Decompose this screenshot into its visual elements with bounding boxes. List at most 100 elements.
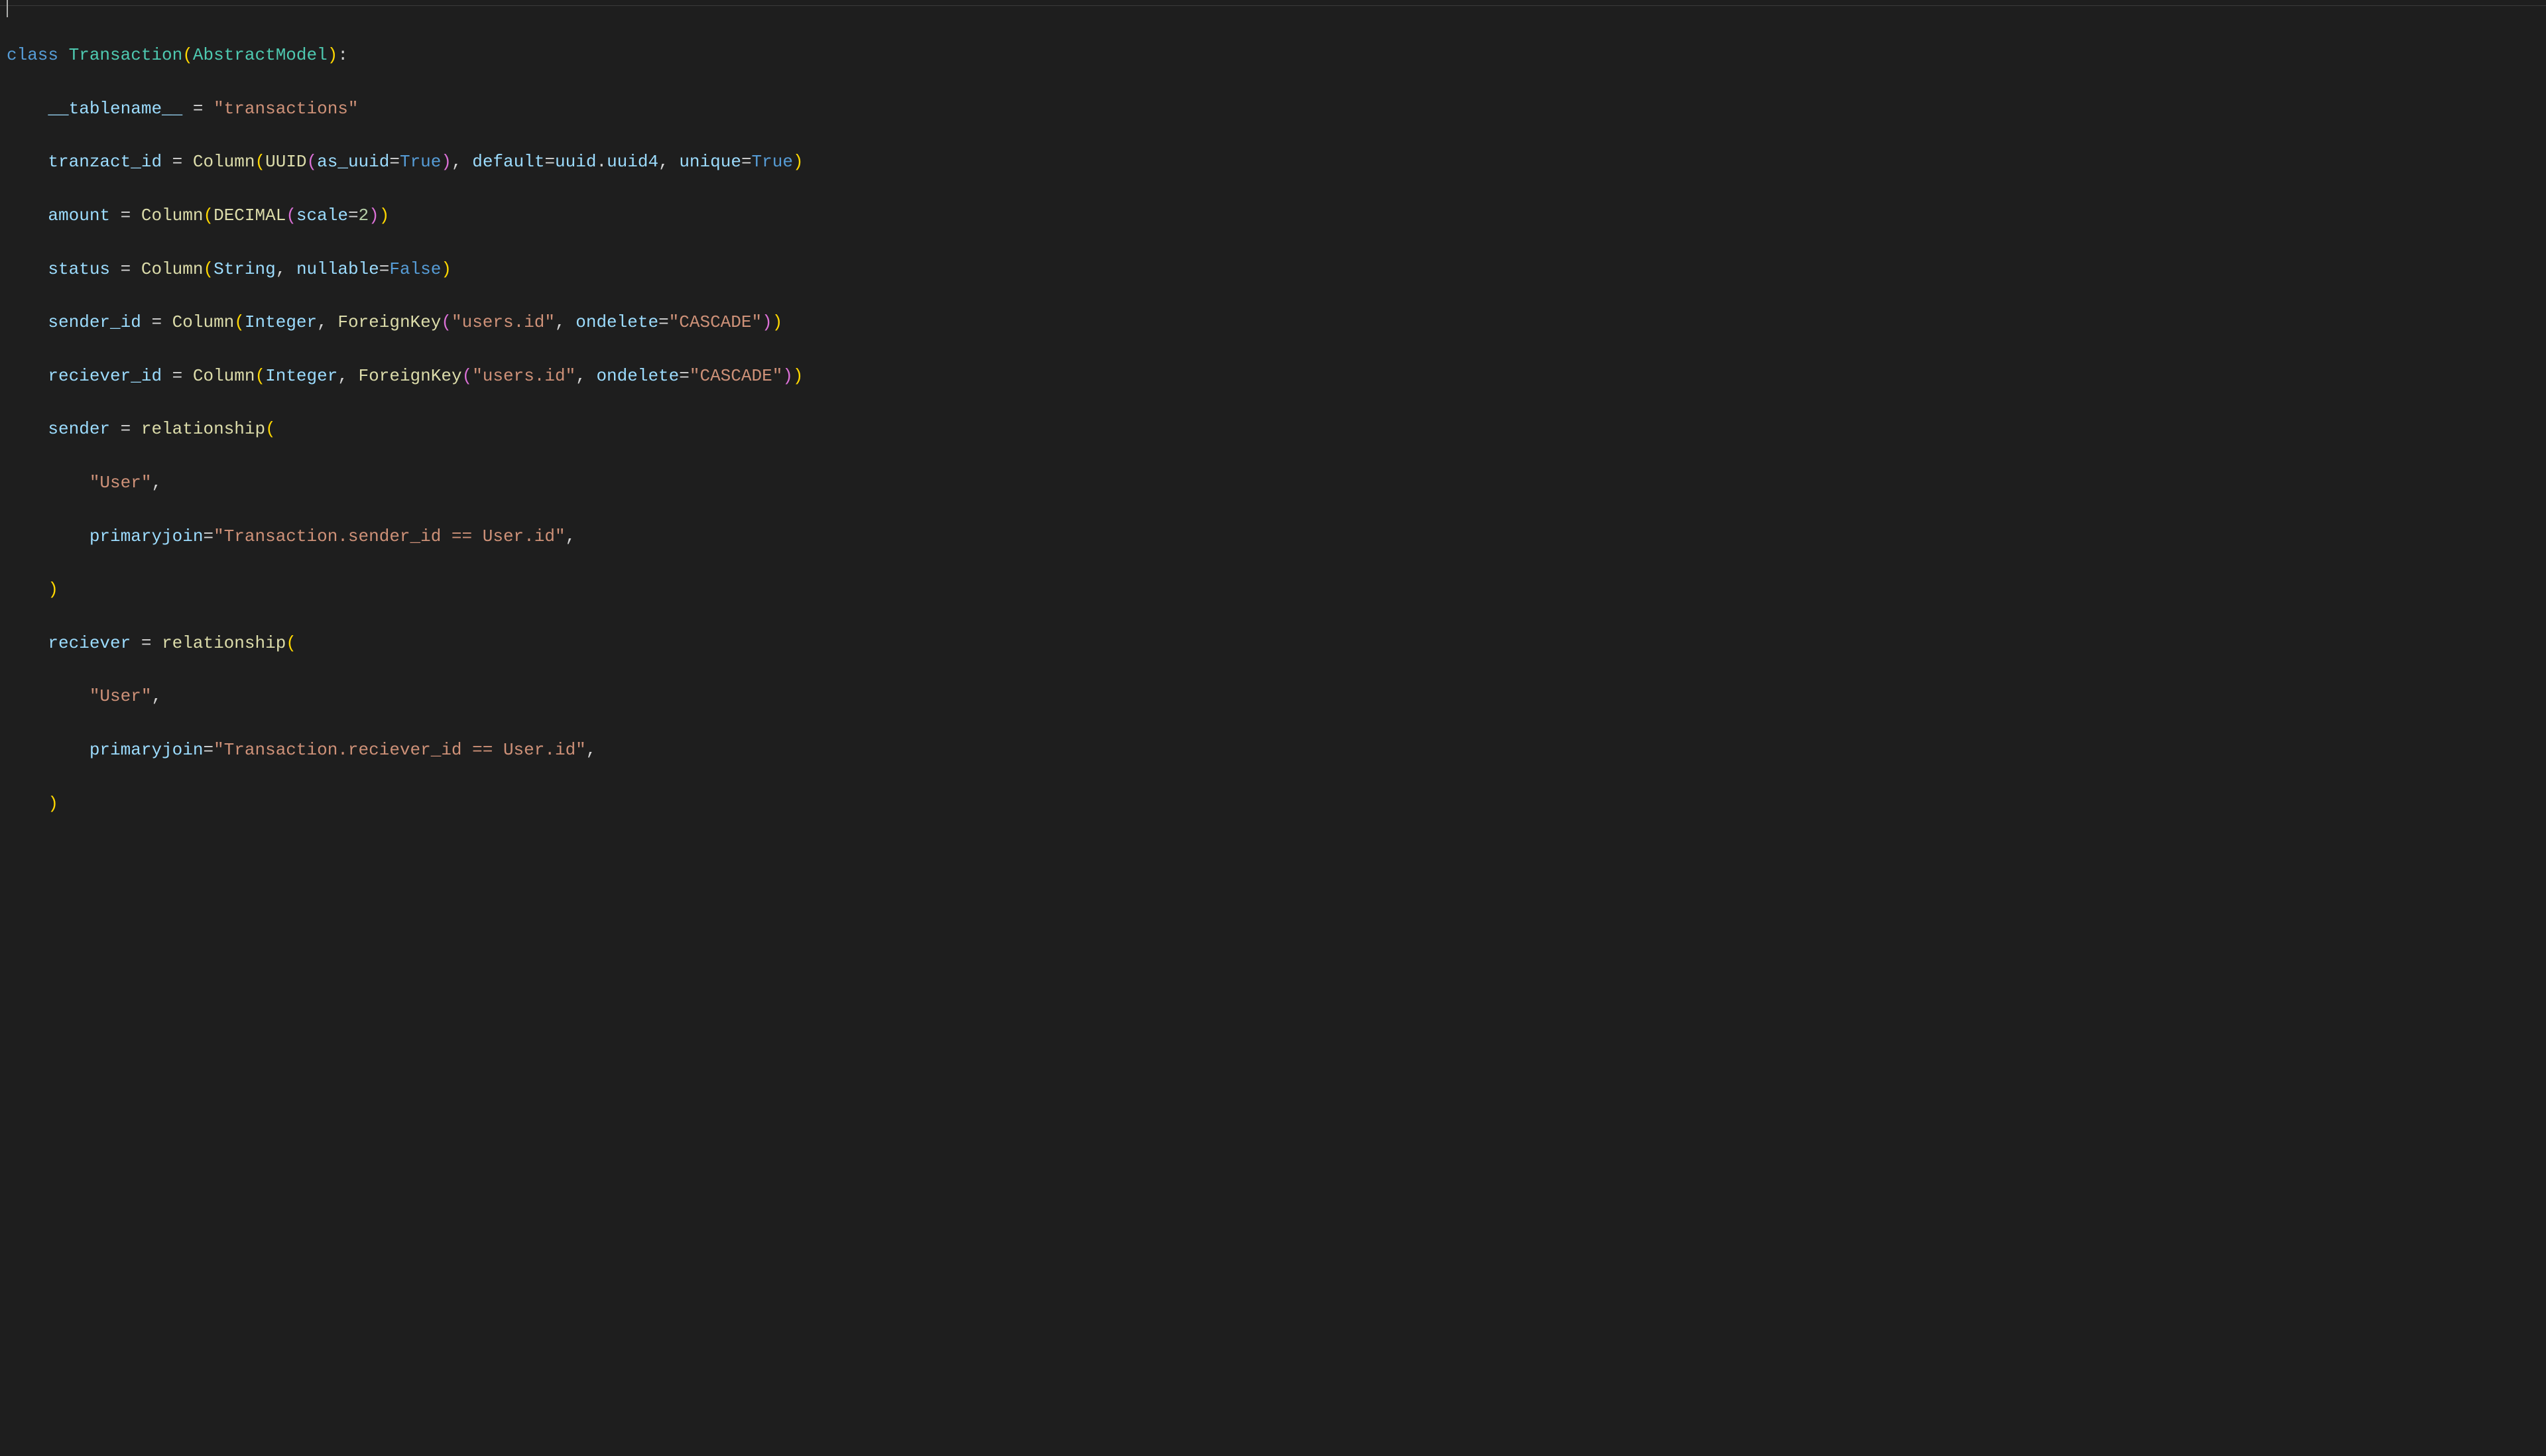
paren-close: )	[782, 366, 793, 386]
paren-open: (	[234, 312, 245, 332]
equals: =	[741, 152, 752, 172]
fn-column: Column	[193, 152, 255, 172]
code-line[interactable]: status = Column(String, nullable=False)	[7, 256, 2539, 282]
code-line[interactable]: amount = Column(DECIMAL(scale=2))	[7, 202, 2539, 229]
fn-uuid: UUID	[265, 152, 306, 172]
equals: =	[389, 152, 400, 172]
comma: ,	[151, 473, 162, 493]
paren-open: (	[286, 206, 296, 225]
var-sender: sender	[48, 419, 110, 439]
var-status: status	[48, 259, 110, 279]
equals: =	[162, 152, 193, 172]
equals: =	[141, 312, 172, 332]
code-line[interactable]: )	[7, 576, 2539, 603]
kwarg-primaryjoin: primaryjoin	[90, 740, 204, 760]
comma: ,	[276, 259, 296, 279]
code-line[interactable]: reciever = relationship(	[7, 630, 2539, 656]
paren-close: )	[48, 579, 58, 599]
string-transactions: "transactions"	[213, 99, 358, 119]
fn-relationship: relationship	[141, 419, 265, 439]
var-sender-id: sender_id	[48, 312, 141, 332]
var-reciever: reciever	[48, 633, 131, 653]
string-primaryjoin-sender: "Transaction.sender_id == User.id"	[213, 526, 566, 546]
equals: =	[162, 366, 193, 386]
equals: =	[544, 152, 555, 172]
kwarg-ondelete: ondelete	[596, 366, 679, 386]
const-false: False	[389, 259, 441, 279]
keyword-class: class	[7, 45, 58, 65]
kwarg-primaryjoin: primaryjoin	[90, 526, 204, 546]
paren-open: (	[307, 152, 318, 172]
type-integer: Integer	[245, 312, 317, 332]
code-line[interactable]: primaryjoin="Transaction.sender_id == Us…	[7, 523, 2539, 550]
paren-open: (	[265, 419, 276, 439]
fn-foreignkey: ForeignKey	[359, 366, 462, 386]
code-line[interactable]: "User",	[7, 683, 2539, 709]
paren-open: (	[441, 312, 452, 332]
fn-column: Column	[172, 312, 235, 332]
equals: =	[348, 206, 359, 225]
fn-foreignkey: ForeignKey	[337, 312, 441, 332]
code-line[interactable]: )	[7, 790, 2539, 817]
kwarg-as-uuid: as_uuid	[317, 152, 389, 172]
code-line[interactable]: tranzact_id = Column(UUID(as_uuid=True),…	[7, 149, 2539, 175]
var-tranzact-id: tranzact_id	[48, 152, 162, 172]
var-reciever-id: reciever_id	[48, 366, 162, 386]
type-string: String	[213, 259, 276, 279]
code-line[interactable]: sender_id = Column(Integer, ForeignKey("…	[7, 309, 2539, 335]
equals: =	[110, 419, 141, 439]
comma: ,	[337, 366, 358, 386]
const-true: True	[752, 152, 793, 172]
equals: =	[110, 259, 141, 279]
string-cascade: "CASCADE"	[690, 366, 782, 386]
paren-close: )	[762, 312, 772, 332]
code-line[interactable]: class Transaction(AbstractModel):	[7, 42, 2539, 68]
string-user: "User"	[90, 473, 152, 493]
comma: ,	[151, 686, 162, 706]
paren-close: )	[441, 152, 452, 172]
colon: :	[337, 45, 348, 65]
equals: =	[131, 633, 162, 653]
paren-open: (	[182, 45, 193, 65]
paren-open: (	[286, 633, 296, 653]
string-users-id: "users.id"	[472, 366, 576, 386]
code-line[interactable]: sender = relationship(	[7, 416, 2539, 442]
fn-column: Column	[141, 259, 204, 279]
kwarg-default: default	[472, 152, 544, 172]
kwarg-nullable: nullable	[296, 259, 379, 279]
comma: ,	[576, 366, 596, 386]
var-tablename: __tablename__	[48, 99, 182, 119]
paren-close: )	[379, 206, 390, 225]
equals: =	[203, 740, 213, 760]
code-line[interactable]: primaryjoin="Transaction.reciever_id == …	[7, 737, 2539, 763]
fn-column: Column	[193, 366, 255, 386]
paren-close: )	[48, 794, 58, 814]
equals: =	[110, 206, 141, 225]
code-line[interactable]: reciever_id = Column(Integer, ForeignKey…	[7, 363, 2539, 389]
fn-relationship: relationship	[162, 633, 286, 653]
kwarg-scale: scale	[296, 206, 348, 225]
fn-column: Column	[141, 206, 204, 225]
code-editor[interactable]: class Transaction(AbstractModel): __tabl…	[0, 5, 2546, 883]
paren-open: (	[203, 259, 213, 279]
equals: =	[182, 99, 213, 119]
comma: ,	[658, 152, 679, 172]
paren-open: (	[462, 366, 473, 386]
kwarg-ondelete: ondelete	[576, 312, 658, 332]
code-line[interactable]: __tablename__ = "transactions"	[7, 95, 2539, 122]
const-true: True	[400, 152, 441, 172]
comma: ,	[566, 526, 576, 546]
type-integer: Integer	[265, 366, 337, 386]
paren-close: )	[793, 366, 804, 386]
comma: ,	[452, 152, 472, 172]
paren-open: (	[255, 152, 266, 172]
equals: =	[658, 312, 669, 332]
paren-open: (	[203, 206, 213, 225]
paren-close: )	[328, 45, 338, 65]
paren-open: (	[255, 366, 266, 386]
text-cursor	[7, 0, 8, 17]
paren-close: )	[369, 206, 379, 225]
kwarg-unique: unique	[679, 152, 741, 172]
code-line[interactable]: "User",	[7, 469, 2539, 496]
module-uuid: uuid	[555, 152, 596, 172]
